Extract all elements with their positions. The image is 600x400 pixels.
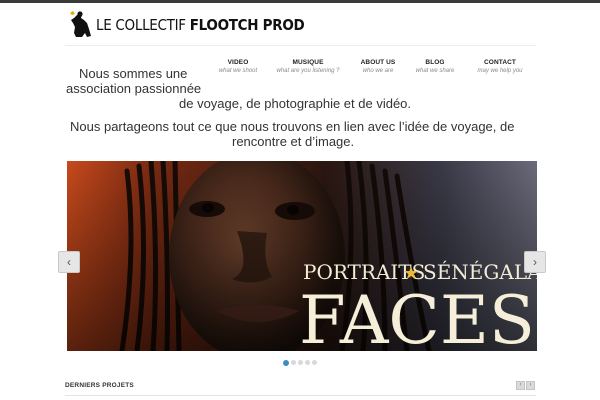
slider-dot[interactable] — [283, 359, 289, 366]
slide-image: PORTRAITS ★ SÉNÉGALAIS FACES — [67, 161, 537, 351]
intro-line-1: Nous sommes une — [79, 66, 188, 81]
nav-sublabel: what are you listening ? — [276, 68, 340, 74]
intro-line-2: association passionnée — [66, 81, 202, 96]
slide-caption-small-2: SÉNÉGALAIS — [423, 260, 537, 284]
intro-line-4: Nous partageons tout ce que nous trouvon… — [70, 119, 515, 134]
main-nav: VIDEO what we shoot MUSIQUE what are you… — [205, 59, 535, 79]
projects-next-button[interactable]: › — [526, 381, 535, 390]
nav-item-musique[interactable]: MUSIQUE what are you listening ? — [275, 59, 341, 74]
slide-caption-big: FACES — [299, 282, 535, 351]
slider-dot[interactable] — [312, 360, 317, 365]
nav-sublabel: what we share — [415, 68, 455, 74]
nav-sublabel: what we shoot — [218, 68, 258, 74]
intro-line-5: rencontre et d’image. — [232, 134, 355, 149]
nav-sublabel: may we help you — [477, 68, 523, 74]
slider-dot[interactable] — [298, 360, 303, 365]
header-divider — [65, 45, 536, 46]
nav-label: MUSIQUE — [292, 59, 324, 66]
slider-dot[interactable] — [291, 360, 296, 365]
chevron-right-icon: › — [533, 255, 537, 269]
logo-text: LE COLLECTIF FLOOTCH PROD — [96, 16, 305, 34]
nav-label: CONTACT — [484, 59, 516, 66]
slider-dot[interactable] — [305, 360, 310, 365]
chevron-left-icon: ‹ — [67, 255, 71, 269]
nav-label: BLOG — [425, 59, 445, 66]
projects-divider — [65, 395, 536, 396]
slider-prev-button[interactable]: ‹ — [58, 251, 80, 273]
nav-label: VIDEO — [227, 59, 249, 66]
intro-line-3: de voyage, de photographie et de vidéo. — [179, 96, 412, 111]
slider-next-button[interactable]: › — [524, 251, 546, 273]
star-icon: ★ — [403, 263, 419, 284]
site-logo[interactable]: LE COLLECTIF FLOOTCH PROD — [67, 9, 305, 41]
nav-item-blog[interactable]: BLOG what we share — [402, 59, 468, 74]
hero-slider[interactable]: PORTRAITS ★ SÉNÉGALAIS FACES — [67, 161, 537, 351]
projects-prev-button[interactable]: ‹ — [516, 381, 525, 390]
nav-item-contact[interactable]: CONTACT may we help you — [467, 59, 533, 74]
silhouette-logo-icon — [70, 11, 91, 37]
top-bar — [0, 0, 600, 3]
nav-item-video[interactable]: VIDEO what we shoot — [205, 59, 271, 74]
projects-heading: DERNIERS PROJETS — [65, 382, 134, 389]
